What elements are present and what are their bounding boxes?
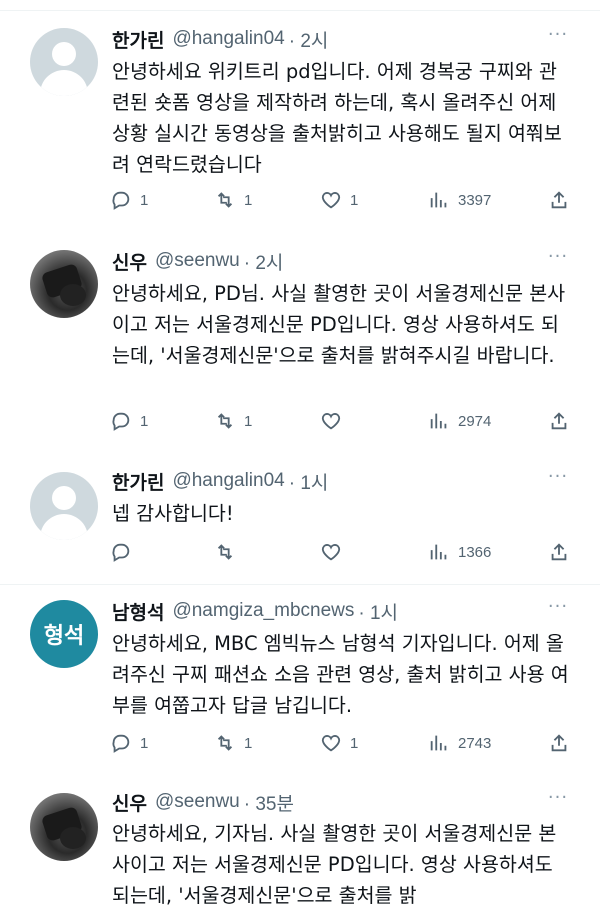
- user-handle[interactable]: @seenwu: [155, 791, 240, 813]
- avatar[interactable]: [30, 250, 98, 318]
- tweet-actions: 1366: [110, 538, 580, 566]
- share-button[interactable]: [548, 407, 570, 435]
- view-count: 2974: [458, 412, 492, 430]
- like-button[interactable]: 1: [320, 729, 358, 757]
- top-divider: [0, 10, 600, 11]
- views-button[interactable]: 2974: [428, 407, 491, 435]
- timestamp[interactable]: · 35분: [244, 789, 294, 816]
- avatar[interactable]: [30, 472, 98, 540]
- view-count: 3397: [458, 191, 492, 209]
- tweet-text: 안녕하세요 위키트리 pd입니다. 어제 경복궁 구찌와 관련된 숏폼 영상을 …: [112, 60, 562, 176]
- user-handle[interactable]: @seenwu: [155, 250, 240, 272]
- retweet-button[interactable]: 1: [214, 186, 252, 214]
- retweet-count: 1: [244, 412, 253, 430]
- share-icon: [551, 734, 567, 752]
- retweet-button[interactable]: 1: [214, 729, 252, 757]
- more-options-icon[interactable]: ···: [546, 789, 570, 811]
- heart-icon: [321, 192, 341, 209]
- tweet-header: 신우 @seenwu · 35분: [112, 789, 294, 815]
- heart-icon: [321, 735, 341, 752]
- retweet-button[interactable]: 1: [214, 407, 252, 435]
- timestamp[interactable]: · 1시: [289, 468, 329, 495]
- user-handle[interactable]: @hangalin04: [172, 470, 284, 492]
- thread-divider: [0, 584, 600, 585]
- tweet-header: 한가린 @hangalin04 · 1시: [112, 468, 328, 494]
- share-button[interactable]: [548, 186, 570, 214]
- reply-button[interactable]: 1: [110, 186, 148, 214]
- views-icon: [430, 192, 447, 208]
- reply-button[interactable]: [110, 538, 140, 566]
- retweet-count: 1: [244, 191, 253, 209]
- timestamp[interactable]: · 2시: [244, 248, 284, 275]
- tweet-text: 넵 감사합니다!: [112, 502, 234, 525]
- display-name[interactable]: 신우: [112, 789, 147, 816]
- retweet-icon: [217, 413, 233, 429]
- like-button[interactable]: [320, 407, 350, 435]
- tweet-text: 안녕하세요, MBC 엠빅뉴스 남형석 기자입니다. 어제 올려주신 구찌 패션…: [112, 632, 569, 717]
- share-icon: [551, 412, 567, 430]
- retweet-count: 1: [244, 734, 253, 752]
- display-name[interactable]: 한가린: [112, 26, 164, 53]
- avatar[interactable]: 형석: [30, 600, 98, 668]
- timestamp[interactable]: · 1시: [358, 598, 398, 625]
- avatar[interactable]: [30, 28, 98, 96]
- more-options-icon[interactable]: ···: [546, 248, 570, 270]
- user-handle[interactable]: @namgiza_mbcnews: [172, 600, 354, 622]
- tweet-header: 남형석 @namgiza_mbcnews · 1시: [112, 598, 398, 624]
- like-count: 1: [350, 191, 359, 209]
- like-count: 1: [350, 734, 359, 752]
- more-options-icon[interactable]: ···: [546, 598, 570, 620]
- tweet-header: 한가린 @hangalin04 · 2시: [112, 26, 328, 52]
- reply-count: 1: [140, 191, 149, 209]
- reply-icon: [112, 191, 130, 210]
- display-name[interactable]: 한가린: [112, 468, 164, 495]
- reply-icon: [112, 734, 130, 753]
- view-count: 1366: [458, 543, 492, 561]
- share-icon: [551, 543, 567, 561]
- retweet-icon: [217, 735, 233, 751]
- more-options-icon[interactable]: ···: [546, 26, 570, 48]
- like-button[interactable]: 1: [320, 186, 358, 214]
- tweet-actions: 1 1 1 3397: [110, 186, 580, 214]
- reply-count: 1: [140, 734, 149, 752]
- retweet-icon: [217, 192, 233, 208]
- share-button[interactable]: [548, 538, 570, 566]
- share-icon: [551, 191, 567, 209]
- heart-icon: [321, 544, 341, 561]
- heart-icon: [321, 413, 341, 430]
- views-button[interactable]: 2743: [428, 729, 491, 757]
- user-handle[interactable]: @hangalin04: [172, 28, 284, 50]
- views-button[interactable]: 3397: [428, 186, 491, 214]
- views-icon: [430, 544, 447, 560]
- reply-icon: [112, 412, 130, 431]
- tweet-text: 안녕하세요, 기자님. 사실 촬영한 곳이 서울경제신문 본사이고 저는 서울경…: [112, 822, 557, 906]
- reply-button[interactable]: 1: [110, 729, 148, 757]
- reply-button[interactable]: 1: [110, 407, 148, 435]
- display-name[interactable]: 신우: [112, 248, 147, 275]
- tweet-actions: 1 1 1 2743: [110, 729, 580, 757]
- tweet-header: 신우 @seenwu · 2시: [112, 248, 283, 274]
- views-button[interactable]: 1366: [428, 538, 491, 566]
- retweet-icon: [217, 544, 233, 560]
- like-button[interactable]: [320, 538, 350, 566]
- view-count: 2743: [458, 734, 492, 752]
- tweet-text: 안녕하세요, PD님. 사실 촬영한 곳이 서울경제신문 본사이고 저는 서울경…: [112, 282, 566, 367]
- reply-count: 1: [140, 412, 149, 430]
- timestamp[interactable]: · 2시: [289, 26, 329, 53]
- reply-icon: [112, 543, 130, 562]
- tweet-actions: 1 1 2974: [110, 407, 580, 435]
- retweet-button[interactable]: [214, 538, 244, 566]
- views-icon: [430, 735, 447, 751]
- views-icon: [430, 413, 447, 429]
- display-name[interactable]: 남형석: [112, 598, 164, 625]
- share-button[interactable]: [548, 729, 570, 757]
- more-options-icon[interactable]: ···: [546, 468, 570, 490]
- avatar[interactable]: [30, 793, 98, 861]
- avatar-initials: 형석: [43, 624, 85, 649]
